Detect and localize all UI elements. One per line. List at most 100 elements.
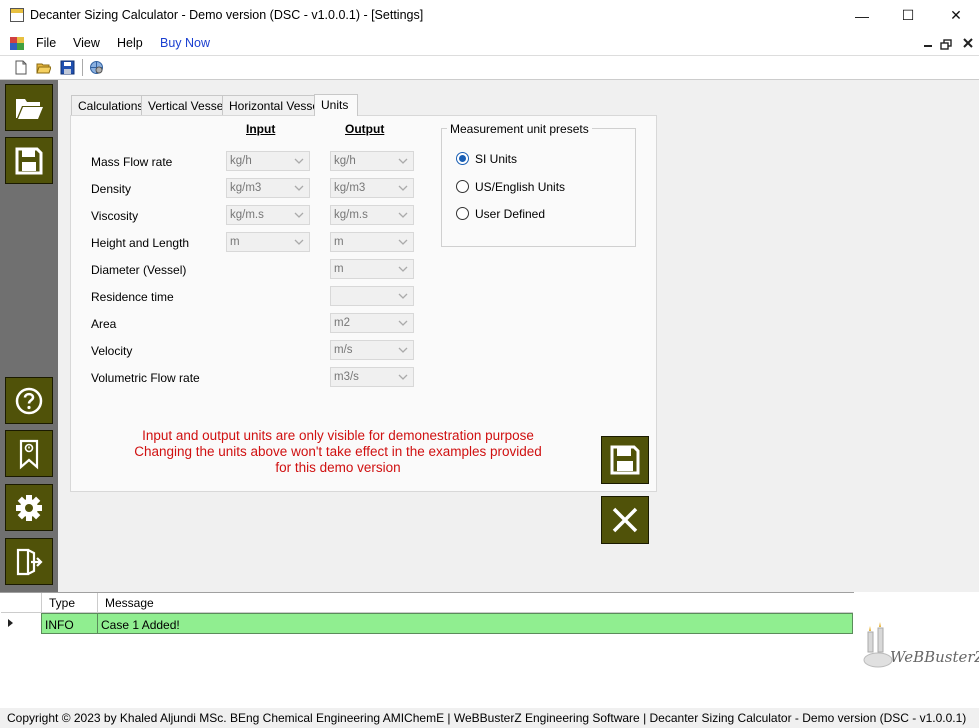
unit-row-label: Height and Length [91,236,190,250]
output-unit-select[interactable]: m3/s [330,367,414,387]
unit-row-label: Area [91,317,117,331]
toolbar [0,55,979,80]
cancel-settings-button[interactable] [601,496,649,544]
radio-us-english-units-label[interactable]: US/English Units [475,180,565,194]
menu-view[interactable]: View [73,36,100,50]
minimize-button[interactable]: — [839,0,885,31]
sidebar-help-button[interactable] [5,377,53,424]
mdi-child-icon [10,37,24,50]
logo-text: WeBBusterZ [890,648,979,666]
menu-bar [0,31,979,55]
chevron-down-icon [398,347,408,353]
output-unit-select[interactable]: m [330,232,414,252]
open-folder-icon [16,98,43,119]
input-unit-value: kg/m.s [230,209,264,221]
presets-title: Measurement unit presets [447,122,592,136]
input-unit-select[interactable]: m [226,232,310,252]
save-icon [15,147,43,174]
chevron-down-icon [294,158,304,164]
menu-buy-now[interactable]: Buy Now [160,36,210,50]
close-icon [612,507,638,533]
tab-units[interactable]: Units [314,94,358,116]
output-unit-select[interactable]: m [330,259,414,279]
notice-line-3: for this demo version [275,460,401,475]
unit-row-label: Diameter (Vessel) [91,263,187,277]
settings-globe-icon[interactable] [89,60,104,75]
log-type-cell: INFO [45,618,74,632]
radio-user-defined[interactable] [456,207,469,220]
radio-si-units[interactable] [456,152,469,165]
save-settings-button[interactable] [601,436,649,484]
sidebar-save-button[interactable] [5,137,53,184]
chevron-down-icon [398,239,408,245]
exit-icon [16,548,43,575]
output-unit-select[interactable]: kg/h [330,151,414,171]
input-column-header: Input [246,122,276,136]
mdi-window-controls[interactable] [924,36,974,50]
sidebar-exit-button[interactable] [5,538,53,585]
settings-gear-icon [16,494,42,521]
input-unit-select[interactable]: kg/m3 [226,178,310,198]
output-column-header: Output [345,122,385,136]
output-unit-select[interactable] [330,286,414,306]
grid-divider [97,614,98,633]
chevron-down-icon [398,185,408,191]
unit-row-label: Volumetric Flow rate [91,371,200,385]
column-header-message[interactable]: Message [105,596,154,610]
about-icon [19,439,39,469]
output-unit-value: m/s [334,344,353,356]
chevron-down-icon [398,293,408,299]
menu-file[interactable]: File [36,36,56,50]
output-unit-value: m2 [334,317,350,329]
output-unit-select[interactable]: m/s [330,340,414,360]
radio-si-units-label[interactable]: SI Units [475,152,517,166]
input-unit-value: m [230,236,240,248]
toolbar-separator [82,59,83,76]
chevron-down-icon [294,239,304,245]
new-file-icon[interactable] [13,60,28,75]
sidebar-settings-button[interactable] [5,484,53,531]
sidebar-about-button[interactable] [5,430,53,477]
output-unit-value: kg/m3 [334,182,366,194]
tab-vertical-vessel[interactable]: Vertical Vessel [141,95,234,115]
chevron-down-icon [398,266,408,272]
save-icon[interactable] [60,60,75,75]
menu-help[interactable]: Help [117,36,143,50]
chevron-down-icon [294,212,304,218]
save-icon [610,445,640,475]
column-header-type[interactable]: Type [49,596,75,610]
output-unit-select[interactable]: kg/m.s [330,205,414,225]
input-unit-select[interactable]: kg/h [226,151,310,171]
row-selector-icon [8,619,13,627]
tab-calculations[interactable]: Calculations [71,95,151,115]
help-icon [15,387,43,414]
unit-row-label: Velocity [91,344,133,358]
app-icon [10,8,24,22]
chevron-down-icon [294,185,304,191]
notice-line-1: Input and output units are only visible … [142,428,534,443]
log-message-cell: Case 1 Added! [101,618,180,632]
output-unit-value: m [334,236,344,248]
output-unit-value: kg/h [334,155,356,167]
chevron-down-icon [398,212,408,218]
grid-divider [97,593,98,613]
radio-us-english-units[interactable] [456,180,469,193]
input-unit-select[interactable]: kg/m.s [226,205,310,225]
unit-row-label: Mass Flow rate [91,155,173,169]
window-title: Decanter Sizing Calculator - Demo versio… [30,8,424,22]
maximize-button[interactable]: ☐ [885,0,931,31]
output-unit-value: m [334,263,344,275]
chevron-down-icon [398,374,408,380]
unit-row-label: Viscosity [91,209,139,223]
tab-horizontal-vessel[interactable]: Horizontal Vessel [222,95,329,115]
output-unit-select[interactable]: m2 [330,313,414,333]
unit-row-label: Residence time [91,290,174,304]
input-unit-value: kg/m3 [230,182,262,194]
output-unit-value: m3/s [334,371,359,383]
unit-row-label: Density [91,182,132,196]
sidebar-open-button[interactable] [5,84,53,131]
open-folder-icon[interactable] [36,60,52,75]
close-button[interactable]: ✕ [933,0,979,31]
output-unit-select[interactable]: kg/m3 [330,178,414,198]
radio-user-defined-label[interactable]: User Defined [475,207,545,221]
